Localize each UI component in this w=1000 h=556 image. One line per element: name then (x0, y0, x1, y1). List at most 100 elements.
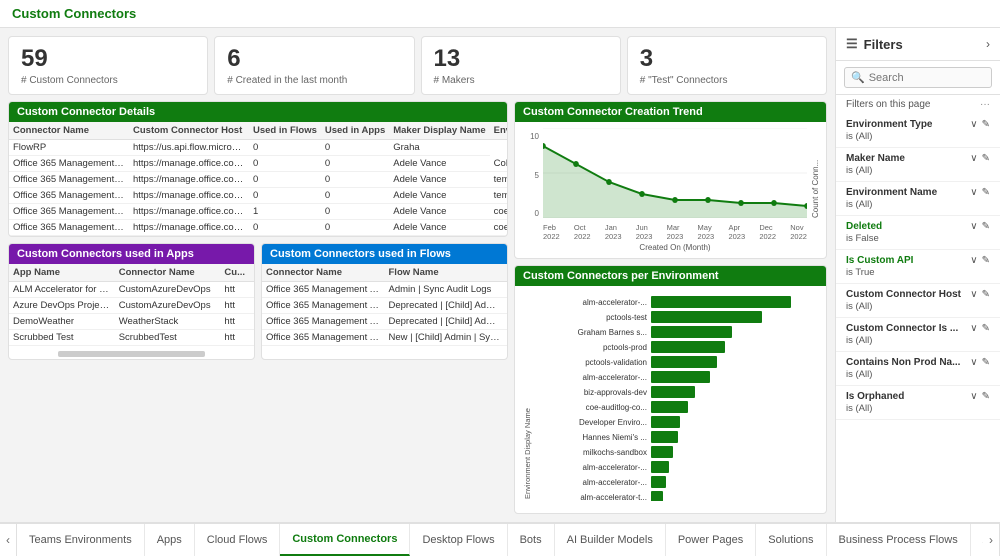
filter-name: Is Custom API (846, 255, 913, 266)
table-cell: Adele Vance (389, 188, 489, 204)
filters-scroll[interactable]: Environment Type ∨ ✎ is (All) Maker Name… (836, 114, 1000, 522)
nav-left-arrow[interactable]: ‹ (0, 524, 17, 556)
filter-edit-icon[interactable]: ✎ (982, 357, 990, 368)
filter-chevron-icon[interactable]: ∨ (970, 221, 977, 232)
filter-edit-icon[interactable]: ✎ (982, 255, 990, 266)
x-axis-title: Created On (Month) (543, 243, 807, 252)
table-cell: Office 365 Management API (9, 156, 129, 172)
filter-controls: ∨ ✎ (970, 357, 990, 368)
table-cell: 0 (321, 156, 389, 172)
table-cell: 1 (249, 204, 321, 220)
filter-name: Deleted (846, 221, 882, 232)
filter-item-header: Maker Name ∨ ✎ (846, 153, 990, 164)
list-item: pctools-validation (536, 356, 820, 368)
table-row: Office 365 Management API NewNew | [Chil… (262, 330, 507, 346)
x-axis-labels: Feb2022 Oct2022 Jan2023 Jun2023 Mar2023 … (543, 223, 807, 241)
filter-chevron-icon[interactable]: ∨ (970, 289, 977, 300)
table-cell: EnvironmentVariableConnector (115, 346, 221, 350)
nav-tab-ai-builder[interactable]: AI Builder Models (555, 524, 666, 556)
right-panel: Custom Connector Creation Trend 10 5 0 (514, 101, 827, 514)
search-input[interactable] (869, 72, 985, 84)
apps-table-scroll[interactable]: App Name Connector Name Cu... ALM Accele… (9, 264, 254, 349)
flows-table-scroll[interactable]: Connector Name Flow Name Office 365 Mana… (262, 264, 507, 346)
x-tick-7: Dec2022 (759, 223, 776, 241)
stats-row: 59 # Custom Connectors 6 # Created in th… (8, 36, 827, 95)
nav-tab-cloud-flows[interactable]: Cloud Flows (195, 524, 281, 556)
list-item: Hannes Niemi's ... (536, 431, 820, 443)
filters-options-icon[interactable]: ··· (980, 99, 990, 110)
filter-item: Contains Non Prod Na... ∨ ✎ is (All) (836, 352, 1000, 386)
nav-tab-bots[interactable]: Bots (508, 524, 555, 556)
nav-tab-custom-connectors[interactable]: Custom Connectors (280, 524, 410, 556)
table-cell: 0 (321, 220, 389, 236)
x-tick-3: Jun2023 (636, 223, 653, 241)
table-cell: 0 (249, 140, 321, 156)
list-item: milkochs-sandbox (536, 446, 820, 458)
table-cell: Office 365 Management API New (9, 204, 129, 220)
table-cell: Office 365 Management API New (262, 330, 385, 346)
filter-edit-icon[interactable]: ✎ (982, 153, 990, 164)
bar-label: Hannes Niemi's ... (536, 433, 651, 442)
filter-chevron-icon[interactable]: ∨ (970, 153, 977, 164)
filter-edit-icon[interactable]: ✎ (982, 187, 990, 198)
col-maker: Maker Display Name (389, 122, 489, 140)
filter-chevron-icon[interactable]: ∨ (970, 357, 977, 368)
nav-tab-business-process[interactable]: Business Process Flows (827, 524, 971, 556)
left-panel: Custom Connector Details Connector Name … (8, 101, 508, 514)
connector-details-scroll[interactable]: Connector Name Custom Connector Host Use… (9, 122, 507, 236)
x-tick-8: Nov2022 (790, 223, 807, 241)
apps-col-connector: Connector Name (115, 264, 221, 282)
x-tick-1: Oct2022 (574, 223, 591, 241)
nav-tab-apps2[interactable]: App... (971, 524, 983, 556)
stat-card-2: 13 # Makers (421, 36, 621, 95)
filter-chevron-icon[interactable]: ∨ (970, 119, 977, 130)
filter-chevron-icon[interactable]: ∨ (970, 187, 977, 198)
filter-controls: ∨ ✎ (970, 289, 990, 300)
table-cell: Graha (389, 140, 489, 156)
filter-value: is (All) (846, 165, 990, 176)
col-host: Custom Connector Host (129, 122, 249, 140)
table-cell: htt (220, 298, 254, 314)
stat-number-1: 6 (227, 45, 401, 73)
x-tick-2: Jan2023 (605, 223, 622, 241)
bar-label: pctools-validation (536, 358, 651, 367)
filters-expand-button[interactable]: › (986, 37, 990, 51)
dashboard: 59 # Custom Connectors 6 # Created in th… (0, 28, 835, 522)
nav-tab-teams-env[interactable]: Teams Environments (17, 524, 145, 556)
filter-chevron-icon[interactable]: ∨ (970, 323, 977, 334)
bar-label: Developer Enviro... (536, 418, 651, 427)
table-row: Office 365 Management APIDeprecated | [C… (262, 314, 507, 330)
stat-label-0: # Custom Connectors (21, 75, 195, 86)
stat-label-3: # "Test" Connectors (640, 75, 814, 86)
filter-chevron-icon[interactable]: ∨ (970, 391, 977, 402)
nav-right-arrow[interactable]: › (983, 524, 1000, 556)
filter-item: Custom Connector Host ∨ ✎ is (All) (836, 284, 1000, 318)
bottom-nav: ‹ Teams EnvironmentsAppsCloud FlowsCusto… (0, 522, 1000, 556)
col-flows: Used in Flows (249, 122, 321, 140)
filter-item: Deleted ∨ ✎ is False (836, 216, 1000, 250)
filter-chevron-icon[interactable]: ∨ (970, 255, 977, 266)
list-item: pctools-prod (536, 341, 820, 353)
per-environment-card: Custom Connectors per Environment Enviro… (514, 265, 827, 514)
filter-edit-icon[interactable]: ✎ (982, 221, 990, 232)
filter-edit-icon[interactable]: ✎ (982, 323, 990, 334)
line-chart-svg (543, 128, 807, 218)
table-row: Office 365 Management APIDeprecated | [C… (262, 298, 507, 314)
table-cell: temp (490, 172, 507, 188)
bar (651, 296, 791, 308)
nav-tab-desktop-flows[interactable]: Desktop Flows (410, 524, 507, 556)
filter-controls: ∨ ✎ (970, 221, 990, 232)
filter-edit-icon[interactable]: ✎ (982, 119, 990, 130)
filter-value: is (All) (846, 301, 990, 312)
apps-scrollbar[interactable] (58, 351, 205, 357)
filter-edit-icon[interactable]: ✎ (982, 391, 990, 402)
table-cell: 0 (249, 220, 321, 236)
middle-row: Custom Connector Details Connector Name … (8, 101, 827, 514)
nav-tab-apps[interactable]: Apps (145, 524, 195, 556)
filter-edit-icon[interactable]: ✎ (982, 289, 990, 300)
nav-tab-power-pages[interactable]: Power Pages (666, 524, 756, 556)
bar (651, 326, 732, 338)
filter-item-header: Custom Connector Host ∨ ✎ (846, 289, 990, 300)
nav-tab-solutions[interactable]: Solutions (756, 524, 826, 556)
table-cell: htt (220, 346, 254, 350)
